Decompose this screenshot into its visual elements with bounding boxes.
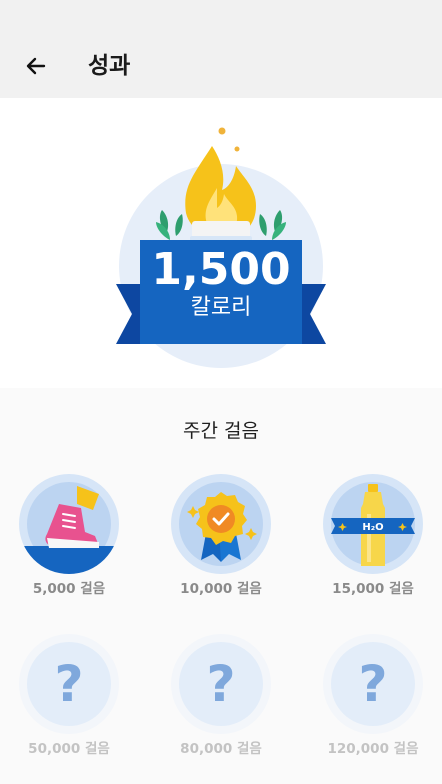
badge-ring: [19, 474, 119, 574]
badge-ring: ?: [19, 634, 119, 734]
app-bar: 성과: [0, 0, 442, 98]
back-button[interactable]: [20, 50, 52, 82]
section-title: 주간 걸음: [183, 420, 259, 442]
badge-ring: ?: [323, 634, 423, 734]
question-icon: ?: [206, 655, 236, 713]
question-icon: ?: [358, 655, 388, 713]
water-bottle-icon: H₂O: [331, 482, 415, 566]
arrow-left-icon: [26, 57, 46, 75]
badge-15000[interactable]: H₂O 15,000 걸음: [313, 474, 433, 598]
sneaker-icon: [19, 482, 119, 574]
badge-5000[interactable]: 5,000 걸음: [9, 474, 129, 598]
question-icon: ?: [54, 655, 84, 713]
calorie-unit: 칼로리: [190, 295, 252, 320]
weekly-steps-section: 주간 걸음 5,000 걸음 10,000 걸음 H₂O 15,000 걸음 ?…: [0, 388, 442, 784]
bottle-text: H₂O: [362, 522, 383, 533]
badge-ring: H₂O: [323, 474, 423, 574]
badge-label: 120,000 걸음: [327, 741, 419, 757]
badge-label: 50,000 걸음: [28, 741, 110, 757]
page-title: 성과: [88, 53, 131, 79]
badge-120000-locked[interactable]: ? 120,000 걸음: [313, 634, 433, 758]
badge-10000[interactable]: 10,000 걸음: [161, 474, 281, 598]
badge-label: 10,000 걸음: [180, 581, 262, 597]
calorie-achievement: 1,500 칼로리: [0, 98, 442, 388]
badge-80000-locked[interactable]: ? 80,000 걸음: [161, 634, 281, 758]
medal-check-icon: [179, 482, 263, 566]
badge-50000-locked[interactable]: ? 50,000 걸음: [9, 634, 129, 758]
calorie-value: 1,500: [151, 244, 291, 295]
badge-ring: ?: [171, 634, 271, 734]
badge-label: 15,000 걸음: [332, 581, 414, 597]
badge-label: 5,000 걸음: [32, 581, 106, 597]
badge-label: 80,000 걸음: [180, 741, 262, 757]
badge-ring: [171, 474, 271, 574]
